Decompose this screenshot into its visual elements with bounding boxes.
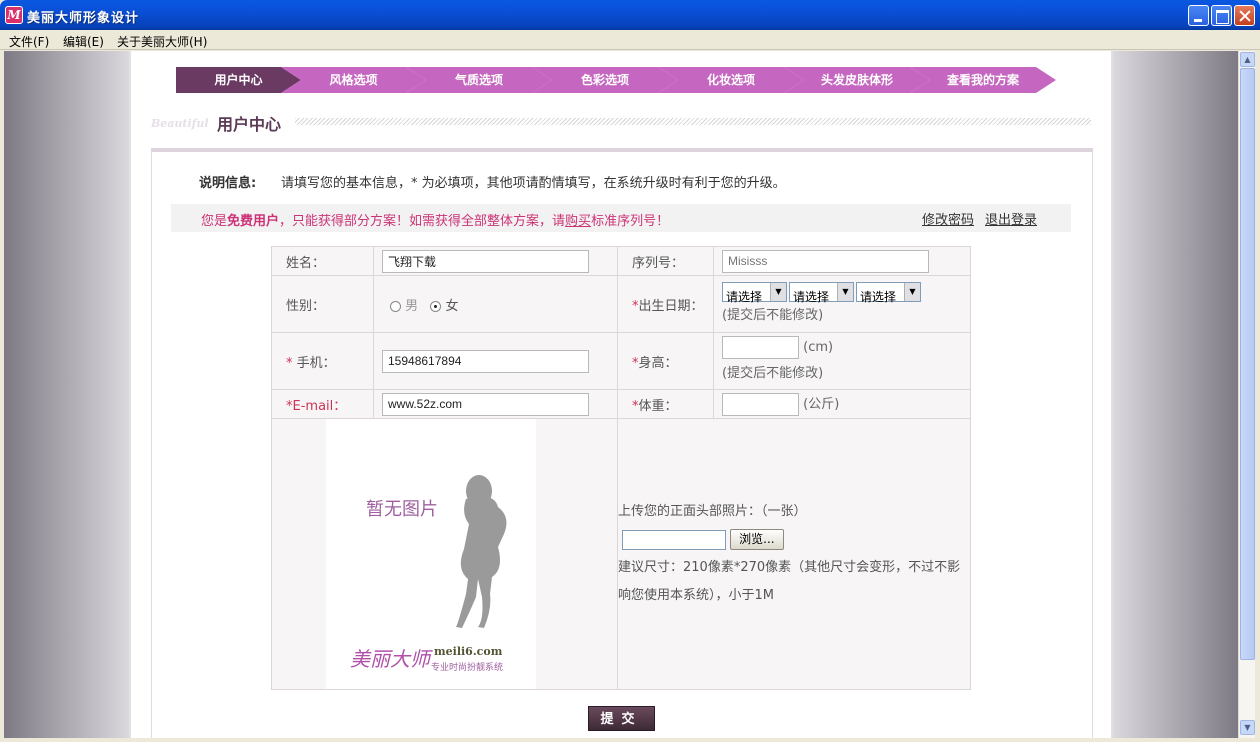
info-label: 说明信息: xyxy=(199,176,257,191)
maximize-button[interactable] xyxy=(1211,5,1232,26)
email-input[interactable] xyxy=(382,392,589,416)
step-view-plan[interactable]: 查看我的方案 xyxy=(910,67,1056,93)
phone-label: 手机： xyxy=(296,355,336,371)
change-password-link[interactable]: 修改密码 xyxy=(922,209,974,228)
phone-input[interactable] xyxy=(382,349,589,373)
step-temperament[interactable]: 气质选项 xyxy=(406,67,552,93)
photo-placeholder: 暂无图片 美丽大师 meili6.com 专业时尚扮靓系统 xyxy=(326,419,536,689)
vertical-scrollbar[interactable]: ▲ ▼ xyxy=(1238,51,1255,738)
height-note: (提交后不能修改) xyxy=(722,366,824,381)
step-user-center[interactable]: 用户中心 xyxy=(176,67,301,93)
minimize-button[interactable] xyxy=(1188,5,1209,26)
weight-unit: (公斤) xyxy=(803,396,840,412)
brand-logo: 美丽大师 xyxy=(350,647,430,671)
app-icon: M xyxy=(5,6,23,24)
height-label: 身高： xyxy=(638,355,678,371)
menu-file[interactable]: 文件(F) xyxy=(9,33,49,50)
birth-day-select[interactable]: 请选择 xyxy=(856,281,921,304)
step-makeup[interactable]: 化妆选项 xyxy=(658,67,804,93)
gender-label: 性别： xyxy=(271,275,374,333)
notice-prefix: 您是 xyxy=(201,214,228,229)
buy-link[interactable]: 购买 xyxy=(565,214,591,229)
step-style[interactable]: 风格选项 xyxy=(281,67,426,93)
page-title: 用户中心 xyxy=(217,115,282,134)
brand-url: meili6.com xyxy=(434,645,503,658)
weight-label: 体重： xyxy=(638,398,678,414)
upload-hint: 建议尺寸：210像素*270像素（其他尺寸会变形，不过不影响您使用本系统），小于… xyxy=(618,560,961,603)
birth-month-select[interactable]: 请选择 xyxy=(789,281,854,304)
user-info-form: 姓名： 序列号： 性别： 男 女 *出生日期： 请选择请选择请选择 (提交后不能… xyxy=(271,246,971,690)
menu-about[interactable]: 关于美丽大师(H) xyxy=(117,33,207,50)
brand-subtitle: 专业时尚扮靓系统 xyxy=(431,663,504,673)
upload-title: 上传您的正面头部照片：（一张） xyxy=(618,504,807,519)
scroll-up-icon[interactable]: ▲ xyxy=(1240,52,1255,67)
window-title: 美丽大师形象设计 xyxy=(27,11,140,26)
heading-divider xyxy=(295,118,1091,125)
notice-user-type: 免费用户 xyxy=(227,214,280,229)
notice-bar: 您是免费用户，只能获得部分方案！如需获得全部整体方案，请购买标准序列号！ 修改密… xyxy=(171,204,1071,232)
gender-female-label: 女 xyxy=(445,298,459,314)
browse-button[interactable]: 浏览... xyxy=(730,529,784,550)
scroll-down-icon[interactable]: ▼ xyxy=(1240,720,1255,735)
info-text: 请填写您的基本信息，* 为必填项，其他项请酌情填写，在系统升级时有利于您的升级。 xyxy=(281,176,786,191)
step-nav: 用户中心 风格选项 气质选项 色彩选项 化妆选项 头发皮肤体形 查看我的方案 xyxy=(176,67,1056,93)
birth-year-select[interactable]: 请选择 xyxy=(722,281,787,304)
title-bar: M 美丽大师形象设计 xyxy=(0,0,1260,30)
menu-edit[interactable]: 编辑(E) xyxy=(63,33,104,50)
birth-note: (提交后不能修改) xyxy=(722,308,824,323)
name-input[interactable] xyxy=(382,249,589,273)
menu-bar: 文件(F) 编辑(E) 关于美丽大师(H) xyxy=(0,30,1260,50)
height-input[interactable] xyxy=(722,336,799,359)
height-unit: (cm) xyxy=(803,340,834,355)
logout-link[interactable]: 退出登录 xyxy=(985,209,1037,228)
notice-middle: ，只能获得部分方案！如需获得全部整体方案，请 xyxy=(279,214,566,229)
scroll-thumb[interactable] xyxy=(1240,68,1255,660)
name-label: 姓名： xyxy=(271,246,374,276)
gender-male-label: 男 xyxy=(405,298,419,314)
email-label: E-mail： xyxy=(292,398,347,414)
birth-label: 出生日期： xyxy=(638,298,704,314)
page-content: 用户中心 风格选项 气质选项 色彩选项 化妆选项 头发皮肤体形 查看我的方案 B… xyxy=(131,51,1111,738)
step-color[interactable]: 色彩选项 xyxy=(532,67,678,93)
client-area: 用户中心 风格选项 气质选项 色彩选项 化妆选项 头发皮肤体形 查看我的方案 B… xyxy=(4,51,1238,738)
notice-message: 您是免费用户，只能获得部分方案！如需获得全部整体方案，请购买标准序列号！ xyxy=(201,210,669,229)
notice-suffix: 标准序列号！ xyxy=(591,214,670,229)
weight-input[interactable] xyxy=(722,392,799,416)
step-hair-skin-body[interactable]: 头发皮肤体形 xyxy=(784,67,930,93)
serial-label: 序列号： xyxy=(617,246,714,276)
gender-male-radio[interactable] xyxy=(390,300,401,312)
close-button[interactable] xyxy=(1234,5,1255,26)
heading-decoration: Beautiful xyxy=(151,117,209,130)
file-path-input[interactable] xyxy=(622,529,726,550)
submit-button[interactable]: 提交 xyxy=(588,706,655,731)
serial-input[interactable] xyxy=(722,249,929,273)
gender-female-radio[interactable] xyxy=(430,300,442,312)
